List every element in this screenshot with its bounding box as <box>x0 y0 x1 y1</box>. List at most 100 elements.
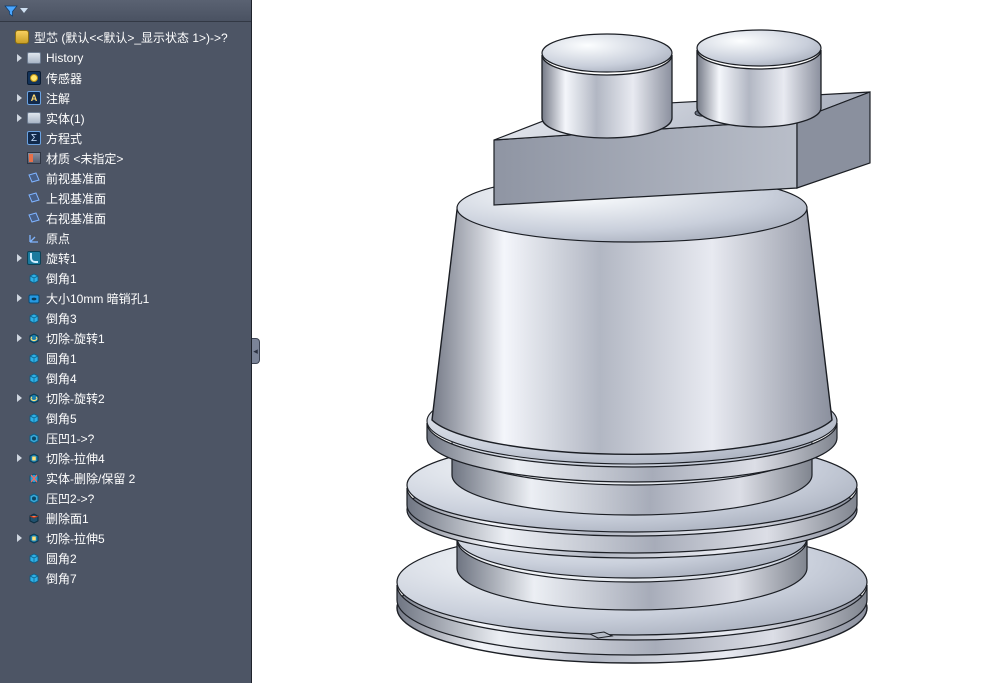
tree-item-label: 实体-删除/保留 2 <box>46 470 135 487</box>
tree-item-chamfer1[interactable]: 倒角1 <box>0 268 251 288</box>
chamfer-icon <box>26 570 42 586</box>
expand-spacer <box>14 473 24 483</box>
fillet-icon <box>26 550 42 566</box>
tree-item-cut-extrude5[interactable]: 切除-拉伸5 <box>0 528 251 548</box>
chamfer-icon <box>26 270 42 286</box>
tree-item-label: 倒角7 <box>46 570 77 587</box>
tree-item-equations[interactable]: Σ方程式 <box>0 128 251 148</box>
expand-spacer <box>14 553 24 563</box>
model-3d-view <box>252 0 985 683</box>
expand-caret-icon[interactable] <box>14 333 24 343</box>
tree-item-revolve1[interactable]: 旋转1 <box>0 248 251 268</box>
filter-dropdown-icon[interactable] <box>20 8 28 13</box>
expand-caret-icon[interactable] <box>14 453 24 463</box>
tree-item-annotations[interactable]: A注解 <box>0 88 251 108</box>
tree-item-front-plane[interactable]: 前视基准面 <box>0 168 251 188</box>
tree-item-material[interactable]: 材质 <未指定> <box>0 148 251 168</box>
tree-item-solid-bodies[interactable]: 实体(1) <box>0 108 251 128</box>
feature-tree-panel: 型芯 (默认<<默认>_显示状态 1>)->? History 传感器A注解实体(… <box>0 0 252 683</box>
tree-item-label: 传感器 <box>46 70 82 87</box>
expand-spacer <box>14 433 24 443</box>
revolve-icon <box>26 250 42 266</box>
tree-item-fillet2[interactable]: 圆角2 <box>0 548 251 568</box>
tree-item-chamfer5[interactable]: 倒角5 <box>0 408 251 428</box>
expand-caret-icon[interactable] <box>14 53 24 63</box>
delbody-icon <box>26 470 42 486</box>
tree-item-cut-revolve2[interactable]: 切除-旋转2 <box>0 388 251 408</box>
note-icon: A <box>26 90 42 106</box>
tree-item-label: 上视基准面 <box>46 190 106 207</box>
panel-drag-handle[interactable]: ◂ <box>252 338 260 364</box>
tree-item-origin[interactable]: 原点 <box>0 228 251 248</box>
sigma-icon: Σ <box>26 130 42 146</box>
tree-item-dowel-hole1[interactable]: 大小10mm 暗销孔1 <box>0 288 251 308</box>
indent-icon <box>26 430 42 446</box>
tree-item-indent2[interactable]: 压凹2->? <box>0 488 251 508</box>
tree-item-label: 切除-拉伸4 <box>46 450 105 467</box>
tree-filter-bar <box>0 0 251 22</box>
expand-spacer <box>14 153 24 163</box>
expand-caret-icon[interactable] <box>14 253 24 263</box>
tree-item-label: 切除-旋转1 <box>46 330 105 347</box>
expand-spacer <box>14 233 24 243</box>
tree-item-label: History <box>46 51 83 65</box>
plane-icon <box>26 210 42 226</box>
tree-item-label: 原点 <box>46 230 70 247</box>
cut-ext-icon <box>26 530 42 546</box>
tree-item-fillet1[interactable]: 圆角1 <box>0 348 251 368</box>
tree-item-cut-extrude4[interactable]: 切除-拉伸4 <box>0 448 251 468</box>
expand-caret-icon[interactable] <box>14 93 24 103</box>
tree-item-label: 切除-拉伸5 <box>46 530 105 547</box>
sensor-icon <box>26 70 42 86</box>
tree-item-delete-face1[interactable]: 删除面1 <box>0 508 251 528</box>
tree-item-cut-revolve1[interactable]: 切除-旋转1 <box>0 328 251 348</box>
expand-caret-icon[interactable] <box>14 393 24 403</box>
expand-spacer <box>14 73 24 83</box>
expand-caret-icon[interactable] <box>14 113 24 123</box>
material-icon <box>26 150 42 166</box>
tree-item-chamfer3[interactable]: 倒角3 <box>0 308 251 328</box>
tree-root[interactable]: 型芯 (默认<<默认>_显示状态 1>)->? <box>0 26 251 48</box>
tree-item-chamfer7[interactable]: 倒角7 <box>0 568 251 588</box>
expand-spacer <box>14 493 24 503</box>
tree-item-sensors[interactable]: 传感器 <box>0 68 251 88</box>
expand-spacer <box>14 213 24 223</box>
hole-icon <box>26 290 42 306</box>
chamfer-icon <box>26 410 42 426</box>
tree-item-label: 材质 <未指定> <box>46 150 123 167</box>
tree-item-chamfer4[interactable]: 倒角4 <box>0 368 251 388</box>
tree-item-label: 大小10mm 暗销孔1 <box>46 290 149 307</box>
expand-spacer <box>14 513 24 523</box>
tree-item-indent1[interactable]: 压凹1->? <box>0 428 251 448</box>
tree-item-label: 旋转1 <box>46 250 77 267</box>
expand-caret-icon[interactable] <box>14 533 24 543</box>
tree-item-label: 倒角1 <box>46 270 77 287</box>
delface-icon <box>26 510 42 526</box>
cut-rev-icon <box>26 390 42 406</box>
expand-spacer <box>14 573 24 583</box>
tree-item-label: 切除-旋转2 <box>46 390 105 407</box>
tree-item-label: 删除面1 <box>46 510 89 527</box>
expand-spacer <box>14 173 24 183</box>
expand-caret-icon[interactable] <box>14 293 24 303</box>
tree-item-right-plane[interactable]: 右视基准面 <box>0 208 251 228</box>
filter-icon[interactable] <box>4 4 18 18</box>
tree-root-label: 型芯 (默认<<默认>_显示状态 1>)->? <box>34 29 228 46</box>
tree-item-label: 圆角1 <box>46 350 77 367</box>
fillet-icon <box>26 350 42 366</box>
graphics-viewport[interactable] <box>252 0 985 683</box>
plane-icon <box>26 170 42 186</box>
chamfer-icon <box>26 370 42 386</box>
expand-spacer <box>14 193 24 203</box>
tree-item-label: 方程式 <box>46 130 82 147</box>
tree-item-body-delete2[interactable]: 实体-删除/保留 2 <box>0 468 251 488</box>
expand-spacer <box>2 32 12 42</box>
chamfer-icon <box>26 310 42 326</box>
origin-icon <box>26 230 42 246</box>
folder-icon <box>26 110 42 126</box>
tree-item-history-folder[interactable]: History <box>0 48 251 68</box>
tree-item-label: 实体(1) <box>46 110 85 127</box>
tree-item-label: 前视基准面 <box>46 170 106 187</box>
tree-item-label: 压凹2->? <box>46 490 94 507</box>
tree-item-top-plane[interactable]: 上视基准面 <box>0 188 251 208</box>
